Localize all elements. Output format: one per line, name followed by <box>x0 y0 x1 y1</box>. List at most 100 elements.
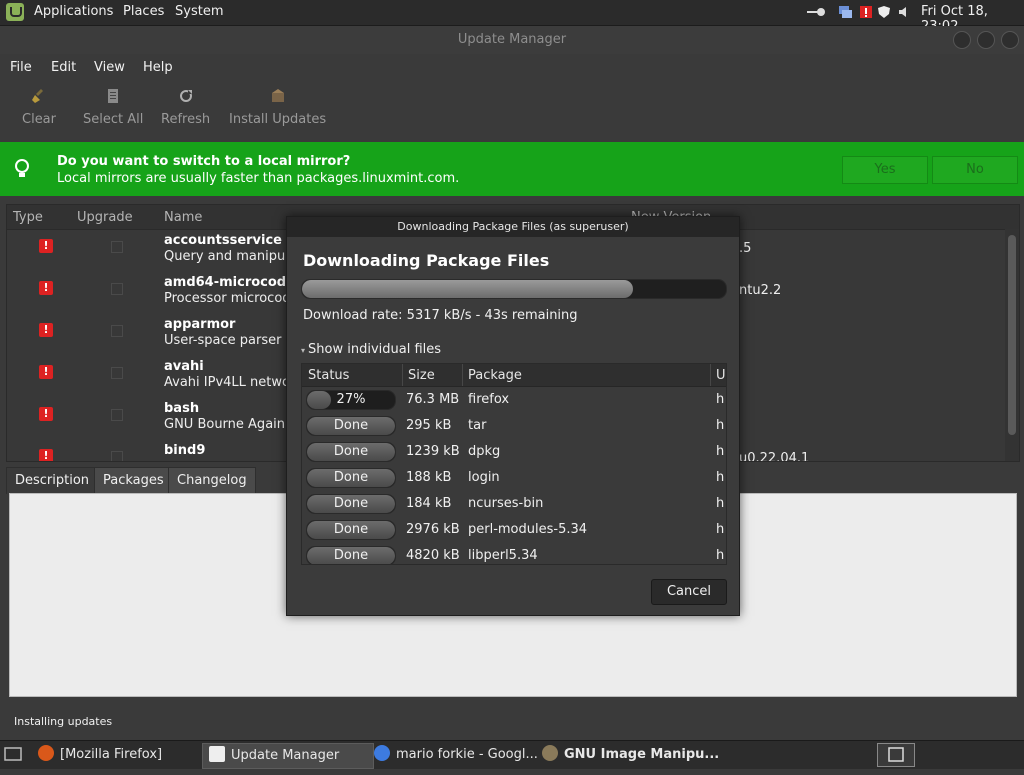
clear-button[interactable]: Clear <box>22 88 56 127</box>
package-new-version: .5 <box>739 241 752 256</box>
task-firefox[interactable]: [Mozilla Firefox] <box>38 743 162 767</box>
file-row[interactable]: Done 4820 kB libperl5.34 h <box>302 543 726 564</box>
file-row[interactable]: Done 184 kB ncurses-bin h <box>302 491 726 517</box>
file-progress-bar: Done <box>306 416 396 436</box>
task-chrome-label: mario forkie - Googl... <box>396 747 538 762</box>
menu-system[interactable]: System <box>175 4 223 19</box>
close-button[interactable] <box>1001 31 1019 49</box>
menu-file[interactable]: File <box>10 60 32 75</box>
task-gimp[interactable]: GNU Image Manipu... <box>542 743 719 767</box>
column-status[interactable]: Status <box>308 368 349 383</box>
refresh-icon <box>179 89 193 102</box>
show-desktop-icon[interactable] <box>4 745 22 763</box>
maximize-button[interactable] <box>977 31 995 49</box>
refresh-button[interactable]: Refresh <box>161 88 210 127</box>
update-alert-icon[interactable] <box>859 5 873 19</box>
package-description: GNU Bourne Again S <box>164 417 298 432</box>
upgrade-checkbox[interactable] <box>111 367 123 379</box>
file-status: 27% <box>336 392 366 407</box>
column-name[interactable]: Name <box>164 210 202 225</box>
package-name: bind9 <box>164 443 206 458</box>
file-progress-bar: 27% <box>306 390 396 410</box>
file-package: login <box>468 470 500 485</box>
upgrade-checkbox[interactable] <box>111 283 123 295</box>
expander-arrow-icon: ▾ <box>301 346 306 355</box>
task-update-manager[interactable]: Update Manager <box>202 743 374 769</box>
column-package[interactable]: Package <box>468 368 522 383</box>
document-icon <box>108 89 119 103</box>
volume-icon[interactable] <box>898 5 912 19</box>
install-updates-button[interactable]: Install Updates <box>229 88 326 127</box>
shield-icon[interactable] <box>877 5 891 19</box>
menu-view[interactable]: View <box>94 60 125 75</box>
dialog-title[interactable]: Downloading Package Files (as superuser) <box>287 217 739 237</box>
mirror-yes-button[interactable]: Yes <box>842 156 928 184</box>
mint-logo-icon[interactable] <box>6 3 24 21</box>
column-size[interactable]: Size <box>408 368 435 383</box>
mirror-no-button[interactable]: No <box>932 156 1018 184</box>
file-progress-bar: Done <box>306 494 396 514</box>
workspace-switcher[interactable] <box>877 743 915 767</box>
file-row[interactable]: Done 1239 kB dpkg h <box>302 439 726 465</box>
file-uri: h <box>716 444 725 459</box>
security-update-icon <box>39 281 53 295</box>
file-package: ncurses-bin <box>468 496 544 511</box>
file-package: libperl5.34 <box>468 548 538 563</box>
show-individual-files-expander[interactable]: ▾ Show individual files <box>301 342 441 357</box>
overall-progress-bar <box>301 279 727 299</box>
file-package: firefox <box>468 392 510 407</box>
broom-icon <box>32 89 43 103</box>
minimize-button[interactable] <box>953 31 971 49</box>
package-description: Avahi IPv4LL networ <box>164 375 296 390</box>
task-chrome[interactable]: mario forkie - Googl... <box>374 743 538 767</box>
network-icon[interactable] <box>838 5 852 19</box>
file-size: 184 kB <box>406 496 452 511</box>
upgrade-checkbox[interactable] <box>111 451 123 461</box>
mirror-question: Do you want to switch to a local mirror? <box>57 154 351 169</box>
package-description: Query and manipula <box>164 249 297 264</box>
taskbar: [Mozilla Firefox] Update Manager mario f… <box>0 740 1024 769</box>
file-uri: h <box>716 522 725 537</box>
cancel-button[interactable]: Cancel <box>651 579 727 605</box>
menu-applications[interactable]: Applications <box>34 4 113 19</box>
upgrade-checkbox[interactable] <box>111 325 123 337</box>
task-firefox-label: [Mozilla Firefox] <box>60 747 163 762</box>
upgrade-checkbox[interactable] <box>111 409 123 421</box>
column-uri[interactable]: U <box>716 368 726 383</box>
file-status: Done <box>333 470 369 485</box>
window-titlebar[interactable]: Update Manager <box>0 26 1024 54</box>
select-all-button[interactable]: Select All <box>83 88 143 127</box>
file-uri: h <box>716 392 725 407</box>
package-name: avahi <box>164 359 204 374</box>
file-row[interactable]: Done 295 kB tar h <box>302 413 726 439</box>
shield-icon <box>209 746 225 762</box>
file-row[interactable]: Done 188 kB login h <box>302 465 726 491</box>
file-status: Done <box>333 496 369 511</box>
tab-packages[interactable]: Packages <box>94 467 173 495</box>
security-update-icon <box>39 323 53 337</box>
package-icon <box>271 89 284 102</box>
updates-list-scrollbar[interactable] <box>1005 229 1019 461</box>
task-update-manager-label: Update Manager <box>231 748 340 763</box>
column-upgrade[interactable]: Upgrade <box>77 210 133 225</box>
menu-help[interactable]: Help <box>143 60 173 75</box>
top-panel: Applications Places System Fri Oct 18, 2… <box>0 0 1024 34</box>
file-progress-bar: Done <box>306 520 396 540</box>
package-name: apparmor <box>164 317 236 332</box>
file-uri: h <box>716 470 725 485</box>
upgrade-checkbox[interactable] <box>111 241 123 253</box>
menu-places[interactable]: Places <box>123 4 164 19</box>
tab-description[interactable]: Description <box>6 467 99 494</box>
file-status: Done <box>333 522 369 537</box>
file-progress-bar: Done <box>306 468 396 488</box>
tab-changelog[interactable]: Changelog <box>168 467 256 495</box>
package-description: Processor microcode <box>164 291 299 306</box>
file-row[interactable]: Done 2976 kB perl-modules-5.34 h <box>302 517 726 543</box>
file-uri: h <box>716 496 725 511</box>
key-icon[interactable] <box>806 6 826 16</box>
column-type[interactable]: Type <box>13 210 43 225</box>
menu-edit[interactable]: Edit <box>51 60 76 75</box>
files-table[interactable]: Status Size Package U 27% 76.3 MB firefox h… <box>301 363 727 565</box>
file-row[interactable]: 27% 76.3 MB firefox h <box>302 387 726 413</box>
security-update-icon <box>39 407 53 421</box>
